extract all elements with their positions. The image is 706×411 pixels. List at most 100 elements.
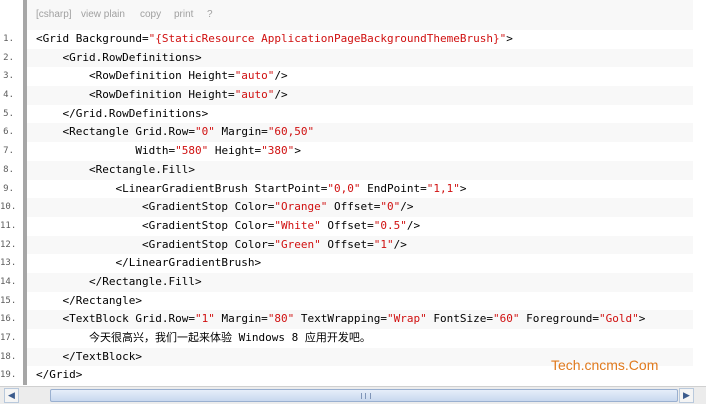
string-literal: "0,0" — [327, 181, 361, 195]
line-number: 9. — [3, 183, 14, 194]
code-line: 2. <Grid.RowDefinitions> — [3, 48, 693, 68]
code-token: > — [506, 32, 513, 45]
code-token: Width= — [36, 144, 176, 158]
code-line: 9. <LinearGradientBrush StartPoint="0,0"… — [3, 180, 693, 199]
code-block: 1. <Grid Background="{StaticResource Appl… — [0, 30, 693, 385]
code-token: Offset= — [320, 237, 374, 251]
code-line: 17. 今天很高兴，我们一起来体验 Windows 8 应用开发吧。 — [0, 329, 693, 348]
string-literal: "380" — [261, 144, 295, 158]
line-number: 12. — [0, 239, 17, 250]
code-token: FontSize= — [426, 312, 494, 326]
code-text: Width="580" Height="380"> — [36, 142, 301, 161]
code-text: <GradientStop Color="Green" Offset="1"/> — [36, 236, 407, 255]
code-token: /> — [406, 218, 421, 232]
code-token: </TextBlock> — [36, 349, 142, 363]
language-label: [csharp] — [36, 9, 72, 20]
code-viewer: [csharp] view plain copy print ? 1. <Grid… — [0, 0, 706, 411]
string-literal: "Gold" — [599, 312, 639, 326]
code-line: 7. Width="580" Height="380"> — [3, 142, 693, 161]
string-literal: "{StaticResource ApplicationPageBackgrou… — [148, 32, 507, 45]
line-number: 4. — [3, 90, 14, 101]
line-number: 16. — [0, 314, 17, 325]
code-text: <Rectangle Grid.Row="0" Margin="60,50" — [36, 123, 314, 142]
string-literal: "0" — [194, 125, 215, 139]
code-token: Height= — [208, 144, 262, 158]
code-text: <Rectangle.Fill> — [36, 161, 195, 180]
code-token: <GradientStop Color= — [36, 200, 275, 214]
code-token: <RowDefinition Height= — [36, 69, 235, 83]
print-link[interactable]: print — [174, 9, 193, 20]
code-line: 4. <RowDefinition Height="auto"/> — [3, 86, 693, 105]
code-line: 3. <RowDefinition Height="auto"/> — [3, 67, 693, 86]
string-literal: "auto" — [234, 88, 275, 102]
code-line: 15. </Rectangle> — [0, 292, 693, 311]
code-token: > — [294, 144, 301, 158]
code-line: 10. <GradientStop Color="Orange" Offset=… — [0, 198, 693, 217]
code-line: 1. <Grid Background="{StaticResource Appl… — [3, 30, 693, 49]
string-literal: "auto" — [234, 69, 275, 83]
code-token: <Grid.RowDefinitions> — [36, 50, 202, 64]
scroll-right-arrow-icon[interactable]: ▶ — [679, 388, 694, 403]
code-token: Foreground= — [519, 312, 599, 326]
line-number: 1. — [3, 34, 14, 44]
help-link[interactable]: ? — [207, 9, 213, 20]
horizontal-scrollbar[interactable]: ◀ ▶ — [0, 386, 706, 404]
code-text: <Grid.RowDefinitions> — [36, 49, 202, 68]
code-token: /> — [274, 69, 288, 83]
code-token: <GradientStop Color= — [36, 237, 275, 251]
code-token: TextWrapping= — [294, 312, 388, 326]
code-text: </Rectangle> — [36, 292, 141, 311]
scroll-left-arrow-icon[interactable]: ◀ — [4, 388, 19, 403]
code-line: 13. </LinearGradientBrush> — [0, 254, 693, 273]
string-literal: "0" — [380, 200, 401, 214]
code-token: EndPoint= — [360, 181, 427, 195]
line-number: 19. — [0, 370, 17, 381]
right-edge — [693, 0, 706, 386]
code-text: </TextBlock> — [36, 348, 142, 367]
code-line: 14. </Rectangle.Fill> — [0, 272, 693, 292]
code-token: <GradientStop Color= — [36, 218, 275, 232]
string-literal: "Orange" — [274, 200, 328, 214]
code-token: Offset= — [327, 200, 381, 214]
code-text: <GradientStop Color="White" Offset="0.5"… — [36, 217, 420, 236]
string-literal: "White" — [274, 218, 321, 232]
code-text: <RowDefinition Height="auto"/> — [36, 67, 288, 86]
code-token: Margin= — [214, 312, 268, 326]
line-number: 7. — [3, 146, 14, 157]
code-token: /> — [274, 88, 288, 102]
string-literal: "580" — [175, 144, 209, 158]
code-token: <TextBlock Grid.Row= — [36, 312, 195, 326]
view-plain-link[interactable]: view plain — [81, 9, 125, 20]
line-number: 17. — [0, 333, 17, 343]
string-literal: "1" — [373, 237, 394, 251]
line-number: 5. — [3, 108, 14, 119]
string-literal: "80" — [267, 312, 295, 326]
code-token: <LinearGradientBrush StartPoint= — [36, 181, 328, 195]
code-line: 8. <Rectangle.Fill> — [3, 160, 693, 180]
code-token: <RowDefinition Height= — [36, 88, 235, 102]
code-text: <RowDefinition Height="auto"/> — [36, 86, 288, 105]
line-number: 18. — [0, 351, 17, 362]
code-token: <Rectangle Grid.Row= — [36, 125, 195, 139]
code-text: <TextBlock Grid.Row="1" Margin="80" Text… — [36, 310, 645, 329]
code-token: 今天很高兴，我们一起来体验 Windows 8 应用开发吧。 — [36, 331, 371, 344]
code-line: 6. <Rectangle Grid.Row="0" Margin="60,50… — [3, 123, 693, 143]
code-text: <Grid Background="{StaticResource Applic… — [36, 30, 513, 49]
code-line: 5. </Grid.RowDefinitions> — [3, 105, 693, 124]
copy-link[interactable]: copy — [140, 9, 161, 20]
string-literal: "1" — [194, 312, 215, 326]
code-text: 今天很高兴，我们一起来体验 Windows 8 应用开发吧。 — [36, 329, 371, 348]
code-text: </Grid.RowDefinitions> — [36, 105, 208, 124]
code-text: </Grid> — [36, 366, 82, 385]
line-number: 10. — [0, 202, 17, 213]
code-line: 11. <GradientStop Color="White" Offset="… — [0, 217, 693, 236]
code-token: /> — [400, 200, 414, 214]
string-literal: "1,1" — [426, 181, 460, 195]
line-number: 8. — [3, 164, 14, 175]
code-token: </Rectangle.Fill> — [36, 274, 202, 288]
line-number: 2. — [3, 52, 14, 63]
scrollbar-thumb[interactable] — [50, 389, 678, 402]
code-token: <Grid Background= — [36, 32, 149, 45]
string-literal: "Green" — [274, 237, 321, 251]
code-token: Offset= — [320, 218, 374, 232]
